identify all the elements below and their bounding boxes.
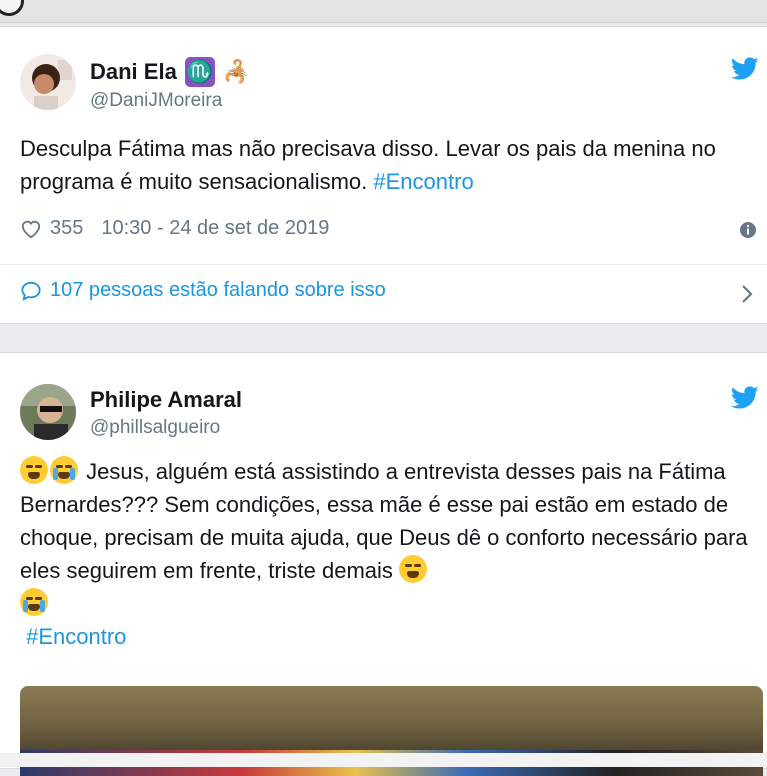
avatar[interactable] [20,384,76,440]
avatar[interactable] [20,54,76,110]
author-name[interactable]: Philipe Amaral [90,387,242,413]
chevron-right-icon[interactable] [741,284,753,304]
tweet-body: Desculpa Fátima mas não precisava disso.… [20,136,716,194]
tweet-text: Desculpa Fátima mas não precisava disso.… [20,132,750,198]
heart-icon[interactable] [20,219,42,239]
circle-icon [0,0,24,16]
author-handle[interactable]: @phillsalgueiro [90,417,220,439]
comment-bubble-icon [21,281,41,301]
scorpion-icon: 🦂 [222,59,251,84]
tweet-text: Jesus, alguém está assistindo a entrevis… [20,455,750,653]
tweet-body: Jesus, alguém está assistindo a entrevis… [20,459,748,583]
blurred-footer-text [0,753,767,767]
weary-face-emoji [20,456,48,484]
hashtag-link[interactable]: #Encontro [373,169,473,194]
twitter-bird-icon[interactable] [731,57,759,81]
like-count: 355 [50,217,84,239]
info-icon[interactable] [739,221,757,239]
loudly-crying-face-emoji [50,456,78,484]
twitter-bird-icon[interactable] [731,386,759,410]
author-name[interactable]: Dani Ela [90,59,177,85]
loudly-crying-face-emoji [20,588,48,616]
browser-top-bar [0,0,767,23]
scorpio-badge-icon: ♏ [184,57,215,87]
hashtag-link[interactable]: #Encontro [26,624,126,649]
conversation-label: 107 pessoas estão falando sobre isso [50,279,386,301]
tweet-card: Dani Ela ♏ 🦂 @DaniJMoreira Desculpa Fáti… [0,26,767,324]
author-handle[interactable]: @DaniJMoreira [90,90,222,112]
tweet-card: Philipe Amaral @phillsalgueiro Jesus, al… [0,352,767,776]
divider [0,264,767,265]
conversation-link[interactable]: 107 pessoas estão falando sobre isso [20,279,386,302]
weary-face-emoji [399,555,428,583]
tweet-timestamp[interactable]: 10:30 - 24 de set de 2019 [101,217,329,240]
